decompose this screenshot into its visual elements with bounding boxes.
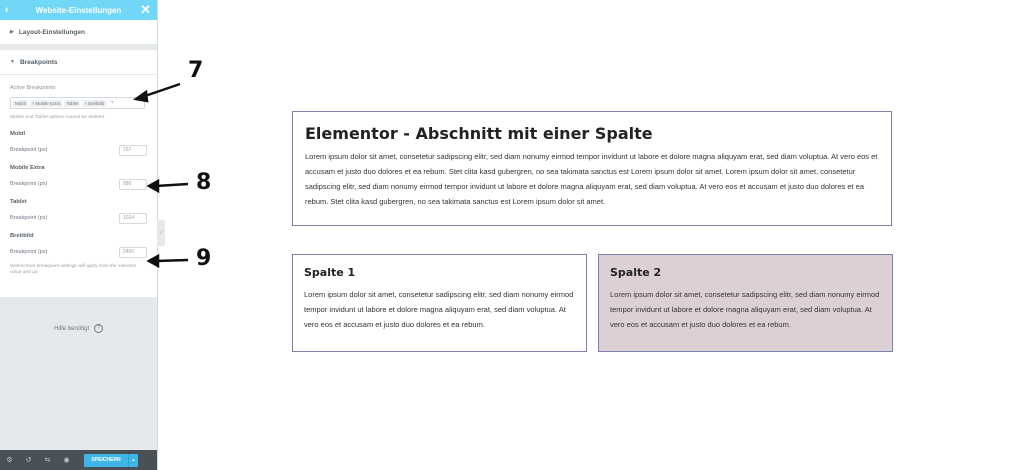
arrow-9-head (146, 253, 160, 269)
column-2-paragraph: Lorem ipsum dolor sit amet, consetetur s… (610, 290, 880, 329)
section-paragraph: Lorem ipsum dolor sit amet, consetetur s… (305, 152, 878, 206)
arrow-8-head (146, 178, 160, 194)
arrow-9-line (155, 258, 189, 263)
annotation-arrows (132, 82, 189, 269)
annotation-9: 9 (196, 246, 212, 271)
annotation-7: 7 (188, 58, 204, 83)
column-1-heading: Spalte 1 (304, 266, 356, 279)
single-column-section[interactable]: Elementor - Abschnitt mit einer Spalte L… (292, 111, 892, 226)
column-2[interactable]: Spalte 2 Lorem ipsum dolor sit amet, con… (598, 254, 893, 352)
column-2-heading: Spalte 2 (610, 266, 662, 279)
arrow-7-head (132, 89, 149, 103)
section-heading: Elementor - Abschnitt mit einer Spalte (305, 124, 653, 143)
column-1-paragraph: Lorem ipsum dolor sit amet, consetetur s… (304, 290, 574, 329)
column-1[interactable]: Spalte 1 Lorem ipsum dolor sit amet, con… (292, 254, 587, 352)
annotation-8: 8 (196, 170, 212, 195)
arrow-7-line (141, 82, 181, 99)
arrow-8-line (155, 182, 189, 188)
